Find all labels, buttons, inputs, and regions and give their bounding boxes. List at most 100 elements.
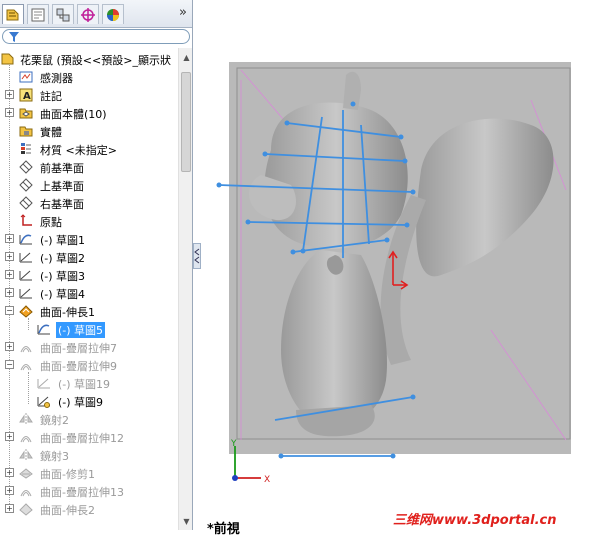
tree-item-sketch19[interactable]: (-) 草圖19 xyxy=(0,374,178,392)
expand-toggle[interactable]: + xyxy=(5,486,14,495)
tree-item-label: 上基準面 xyxy=(40,180,84,193)
surface-loft-icon xyxy=(20,490,32,497)
solid-body-folder-icon xyxy=(19,126,33,137)
tree-item-mirror3[interactable]: 鏡射3 xyxy=(0,446,178,464)
dimxpert-manager-tab[interactable] xyxy=(77,4,99,24)
tree-item-surface-loft12[interactable]: + 曲面-疊層拉伸12 xyxy=(0,428,178,446)
tree-item-label: 右基準面 xyxy=(40,198,84,211)
tree-item-front-plane[interactable]: 前基準面 xyxy=(0,158,178,176)
tree-filter-input[interactable] xyxy=(2,29,190,44)
tree-item-surface-extrude1[interactable]: − 曲面-伸長1 xyxy=(0,302,178,320)
model-view: Y X xyxy=(216,62,571,485)
plane-icon xyxy=(19,196,33,210)
surface-trim-icon xyxy=(19,468,33,479)
feature-manager-tab[interactable] xyxy=(2,4,24,24)
tree-item-sketch2[interactable]: + (-) 草圖2 xyxy=(0,248,178,266)
tree-item-sketch1[interactable]: + (-) 草圖1 xyxy=(0,230,178,248)
tree-root[interactable]: 花栗鼠 (預設<<預設>_顯示狀 xyxy=(0,50,178,68)
tree-item-label: (-) 草圖4 xyxy=(40,288,86,301)
scroll-up-arrow-icon[interactable]: ▲ xyxy=(180,50,192,64)
expand-toggle[interactable]: + xyxy=(5,342,14,351)
tree-item-label: (-) 草圖9 xyxy=(58,396,104,409)
tree-item-sketch5[interactable]: (-) 草圖5 xyxy=(0,320,178,338)
tree-item-label: (-) 草圖3 xyxy=(40,270,86,283)
origin-icon xyxy=(20,214,32,226)
tree-item-sensors[interactable]: 感測器 xyxy=(0,68,178,86)
tabs-overflow-button[interactable]: » xyxy=(179,5,187,20)
sketch-icon xyxy=(37,396,50,408)
chevron-left-icon xyxy=(194,248,200,264)
display-manager-tab[interactable] xyxy=(102,4,124,24)
tree-item-solid-bodies[interactable]: 實體 xyxy=(0,122,178,140)
tree-item-annotations[interactable]: + A 註記 xyxy=(0,86,178,104)
expand-toggle[interactable]: + xyxy=(5,504,14,513)
scroll-down-arrow-icon[interactable]: ▼ xyxy=(180,514,192,528)
material-icon xyxy=(21,143,31,154)
sketch-icon xyxy=(19,252,32,263)
tree-item-surface-bodies[interactable]: + 曲面本體(10) xyxy=(0,104,178,122)
expand-toggle[interactable]: + xyxy=(5,108,14,117)
tree-item-material[interactable]: 材質 <未指定> xyxy=(0,140,178,158)
tree-item-label: 原點 xyxy=(40,216,62,229)
mirror-icon xyxy=(19,413,33,425)
graphics-viewport[interactable]: Y X *前視 xyxy=(201,0,613,537)
tree-item-label: 註記 xyxy=(40,90,62,103)
collapse-toggle[interactable]: − xyxy=(5,306,14,315)
tree-item-label: 曲面-疊層拉伸7 xyxy=(40,342,117,355)
tree-item-sketch9[interactable]: (-) 草圖9 xyxy=(0,392,178,410)
surface-loft-icon xyxy=(20,346,32,353)
expand-toggle[interactable]: + xyxy=(5,468,14,477)
tree-item-top-plane[interactable]: 上基準面 xyxy=(0,176,178,194)
sketch-icon xyxy=(19,234,32,245)
mirror-icon xyxy=(19,449,33,461)
expand-toggle[interactable]: + xyxy=(5,270,14,279)
surface-body-folder-icon xyxy=(19,108,33,119)
tree-item-sketch3[interactable]: + (-) 草圖3 xyxy=(0,266,178,284)
tree-item-mirror2[interactable]: 鏡射2 xyxy=(0,410,178,428)
tree-item-surface-extrude2[interactable]: + 曲面-伸長2 xyxy=(0,500,178,518)
tree-item-right-plane[interactable]: 右基準面 xyxy=(0,194,178,212)
collapse-toggle[interactable]: − xyxy=(5,360,14,369)
expand-toggle[interactable]: + xyxy=(5,90,14,99)
tree-root-label: 花栗鼠 (預設<<預設>_顯示狀 xyxy=(20,54,171,67)
tree-scrollbar[interactable]: ▲ ▼ xyxy=(178,48,192,530)
feature-manager-panel: » 花栗鼠 (預設<<預設>_顯示狀 感測器 + A 註記 + 曲面本體(10) xyxy=(0,0,193,530)
surface-loft-icon xyxy=(20,436,32,443)
tree-item-origin[interactable]: 原點 xyxy=(0,212,178,230)
tree-item-label: 曲面-伸長1 xyxy=(40,306,95,319)
triad-x-label: X xyxy=(264,475,270,485)
tree-item-surface-trim1[interactable]: + 曲面-修剪1 xyxy=(0,464,178,482)
panel-collapse-handle[interactable] xyxy=(193,243,201,269)
part-icon xyxy=(1,53,14,65)
surface-loft-icon xyxy=(20,364,32,371)
property-manager-icon xyxy=(31,8,45,21)
filter-icon xyxy=(9,32,19,42)
expand-toggle[interactable]: + xyxy=(5,288,14,297)
tree-item-label: 前基準面 xyxy=(40,162,84,175)
plane-icon xyxy=(19,160,33,174)
svg-text:A: A xyxy=(23,91,31,102)
surface-extrude-icon xyxy=(19,503,33,516)
annotation-icon: A xyxy=(19,88,33,102)
tree-item-label: 曲面本體(10) xyxy=(40,108,107,121)
configuration-icon xyxy=(56,8,70,21)
view-orientation-label: *前視 xyxy=(207,522,240,537)
configuration-manager-tab[interactable] xyxy=(52,4,74,24)
crosshair-icon xyxy=(81,7,95,22)
sensor-icon xyxy=(19,71,33,83)
tree-item-label: 曲面-修剪1 xyxy=(40,468,95,481)
tree-item-label: 實體 xyxy=(40,126,62,139)
tree-item-surface-loft13[interactable]: + 曲面-疊層拉伸13 xyxy=(0,482,178,500)
tree-item-label: (-) 草圖2 xyxy=(40,252,86,265)
expand-toggle[interactable]: + xyxy=(5,234,14,243)
expand-toggle[interactable]: + xyxy=(5,252,14,261)
property-manager-tab[interactable] xyxy=(27,4,49,24)
expand-toggle[interactable]: + xyxy=(5,432,14,441)
scrollbar-thumb[interactable] xyxy=(181,72,191,172)
tree-item-label-selected: (-) 草圖5 xyxy=(56,322,106,338)
tree-item-label: (-) 草圖1 xyxy=(40,234,86,247)
tree-item-surface-loft9[interactable]: − 曲面-疊層拉伸9 xyxy=(0,356,178,374)
triad-y-label: Y xyxy=(230,439,237,449)
tree-item-sketch4[interactable]: + (-) 草圖4 xyxy=(0,284,178,302)
tree-item-surface-loft7[interactable]: + 曲面-疊層拉伸7 xyxy=(0,338,178,356)
